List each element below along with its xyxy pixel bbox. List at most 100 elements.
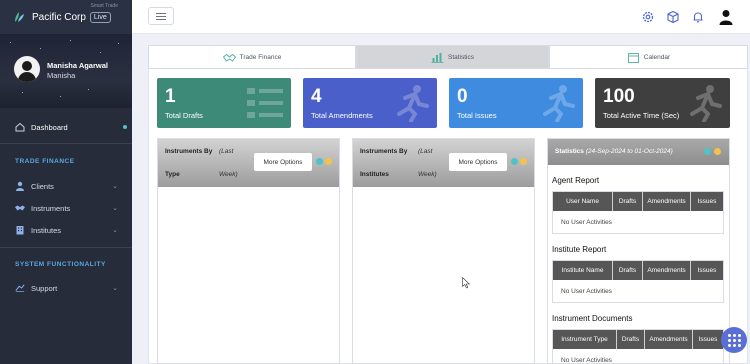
section-title-trade-finance: TRADE FINANCE (15, 158, 75, 165)
active-indicator (123, 125, 127, 129)
instruments-by-institutes-panel: Instruments By (Last Institutes Week) Mo… (352, 138, 535, 364)
sidebar-item-institutes[interactable]: Institutes ⌄ (0, 220, 132, 240)
sidebar-item-label: Dashboard (31, 122, 68, 132)
card-value: 100 (603, 86, 635, 107)
empty-message: No User Activities (561, 218, 612, 226)
panel-subtitle: Week) (418, 171, 437, 178)
apps-menu-button[interactable] (721, 327, 747, 353)
column-header[interactable]: Amendments (643, 192, 691, 211)
sidebar: Pacific Corp Live Smart Trade Manisha Ag… (0, 0, 132, 364)
column-header[interactable]: Amendments (645, 330, 693, 349)
panel-subtitle: Week) (219, 171, 238, 178)
calendar-icon (627, 52, 639, 63)
panel-header: Statistics (24-Sep-2024 to 01-Oct-2024) (548, 139, 729, 165)
brand-name: Pacific Corp (32, 11, 86, 23)
panel-title: Statistics (24-Sep-2024 to 01-Oct-2024) (555, 148, 673, 155)
panel-title: Instruments By (360, 148, 408, 155)
status-dot (704, 148, 711, 155)
brand-tag: Smart Trade (90, 3, 118, 9)
column-header[interactable]: Issues (691, 192, 723, 211)
status-dot (511, 158, 518, 165)
column-header[interactable]: Drafts (617, 330, 645, 349)
panel-header: Instruments By (Last Type Week) More Opt… (158, 139, 339, 187)
card-value: 0 (457, 86, 468, 107)
live-badge: Live (89, 11, 111, 23)
sidebar-item-instruments[interactable]: Instruments ⌄ (0, 198, 132, 218)
more-options-button[interactable]: More Options (254, 153, 312, 171)
divider (0, 247, 132, 248)
gear-icon[interactable] (641, 10, 655, 24)
column-header[interactable]: Issues (693, 330, 723, 349)
sidebar-item-label: Instruments (31, 203, 71, 213)
empty-message: No User Activities (561, 287, 612, 295)
avatar[interactable] (14, 56, 40, 82)
table-header: User Name Drafts Amendments Issues (553, 192, 723, 211)
user-name: Manisha Agarwal (47, 61, 108, 70)
handshake-icon (15, 203, 25, 213)
column-header[interactable]: Instrument Type (553, 330, 617, 349)
mouse-cursor-icon (462, 277, 470, 289)
total-active-time-card[interactable]: 100 Total Active Time (Sec) (595, 78, 730, 128)
total-issues-card[interactable]: 0 Total Issues (449, 78, 583, 128)
chevron-down-icon: ⌄ (112, 183, 118, 190)
chevron-down-icon: ⌄ (112, 227, 118, 234)
panel-title: Institutes (360, 171, 389, 178)
table-header: Instrument Type Drafts Amendments Issues (553, 330, 723, 349)
user-account-icon[interactable] (719, 9, 733, 25)
runner-icon (543, 85, 575, 122)
chevron-down-icon: ⌄ (112, 285, 118, 292)
tab-statistics[interactable]: Statistics (356, 45, 549, 69)
topbar (132, 0, 750, 34)
bell-icon[interactable] (691, 10, 705, 24)
building-icon (15, 225, 25, 235)
total-amendments-card[interactable]: 4 Total Amendments (303, 78, 437, 128)
card-label: Total Issues (457, 111, 497, 120)
chevron-down-icon: ⌄ (112, 205, 118, 212)
cube-icon[interactable] (666, 10, 680, 24)
panel-title: Type (165, 171, 180, 178)
status-dot (714, 148, 721, 155)
handshake-icon (222, 53, 236, 62)
agent-report-title: Agent Report (552, 176, 600, 185)
tab-label: Statistics (447, 53, 474, 61)
panel-subtitle: (Last (418, 148, 433, 155)
status-dot (316, 158, 323, 165)
total-drafts-card[interactable]: 1 Total Drafts (157, 78, 291, 128)
column-header[interactable]: Drafts (613, 192, 643, 211)
more-options-button[interactable]: More Options (449, 153, 507, 171)
sidebar-item-dashboard[interactable]: Dashboard (0, 117, 132, 137)
section-title-system: SYSTEM FUNCTIONALITY (15, 261, 106, 268)
bar-chart-icon (431, 52, 444, 63)
column-header[interactable]: Institute Name (553, 261, 613, 280)
home-icon (15, 122, 25, 132)
sidebar-item-label: Institutes (31, 225, 62, 235)
card-label: Total Active Time (Sec) (603, 111, 680, 120)
tab-calendar[interactable]: Calendar (549, 45, 748, 69)
institute-report-title: Institute Report (552, 245, 607, 254)
column-header[interactable]: Issues (691, 261, 723, 280)
sidebar-item-support[interactable]: Support ⌄ (0, 278, 132, 298)
panel-title: Instruments By (165, 148, 213, 155)
panel-subtitle: (Last (219, 148, 234, 155)
card-value: 1 (165, 86, 176, 107)
tab-trade-finance[interactable]: Trade Finance (148, 45, 356, 69)
divider (0, 143, 132, 144)
column-header[interactable]: Drafts (613, 261, 643, 280)
brand-bar[interactable]: Pacific Corp Live Smart Trade (0, 0, 132, 34)
column-header[interactable]: Amendments (643, 261, 691, 280)
column-header[interactable]: User Name (553, 192, 613, 211)
panel-header: Instruments By (Last Institutes Week) Mo… (353, 139, 534, 187)
sidebar-item-clients[interactable]: Clients ⌄ (0, 176, 132, 196)
tab-label: Calendar (643, 53, 671, 61)
instrument-documents-title: Instrument Documents (552, 314, 633, 323)
card-label: Total Amendments (311, 111, 373, 120)
user-icon (15, 181, 25, 191)
runner-icon (397, 85, 429, 122)
menu-toggle-button[interactable] (148, 7, 174, 25)
sidebar-item-label: Clients (31, 181, 54, 191)
status-dot (325, 158, 332, 165)
user-profile: Manisha Agarwal Manisha (0, 34, 132, 108)
grid-icon (727, 333, 741, 347)
card-label: Total Drafts (165, 111, 203, 120)
user-handle: Manisha (47, 71, 76, 80)
